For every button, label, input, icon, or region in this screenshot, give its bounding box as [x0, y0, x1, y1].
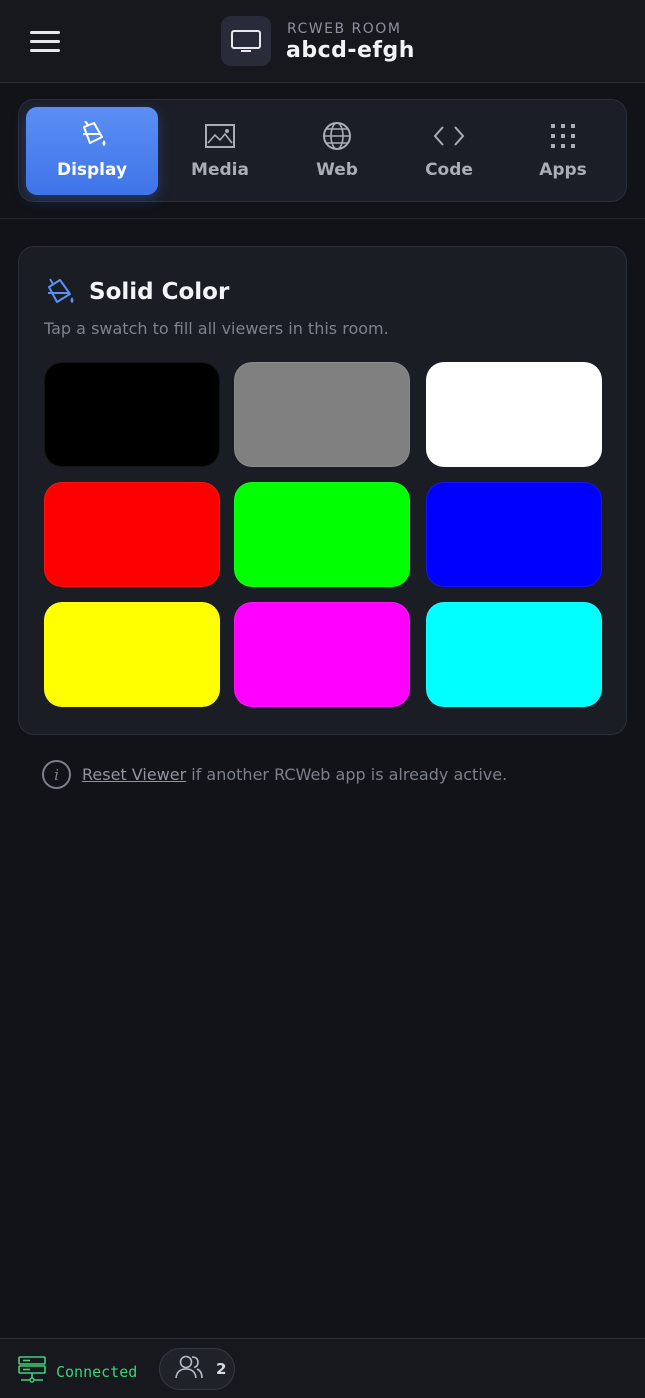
swatch-yellow[interactable] — [44, 602, 220, 707]
tab-media[interactable]: Media — [154, 107, 286, 195]
server-icon — [18, 1356, 46, 1388]
info-icon: i — [42, 760, 71, 789]
swatch-cyan[interactable] — [426, 602, 602, 707]
app-header: RCWEB ROOM abcd-efgh — [0, 0, 645, 83]
room-label: RCWEB ROOM — [287, 21, 402, 37]
tab-label: Web — [316, 160, 358, 180]
monitor-icon — [221, 16, 271, 66]
swatch-gray[interactable] — [234, 362, 410, 467]
tab-label: Code — [425, 160, 473, 180]
hamburger-menu-icon[interactable] — [26, 28, 64, 56]
status-text: Connected — [56, 1363, 138, 1381]
image-icon — [204, 121, 236, 151]
swatch-white[interactable] — [426, 362, 602, 467]
solid-color-card: Solid Color Tap a swatch to fill all vie… — [18, 246, 627, 735]
grid-dots-icon — [550, 121, 576, 151]
swatch-red[interactable] — [44, 482, 220, 587]
swatch-blue[interactable] — [426, 482, 602, 587]
divider — [0, 218, 645, 219]
paint-bucket-icon — [75, 121, 109, 151]
tab-label: Apps — [539, 160, 587, 180]
users-count: 2 — [216, 1360, 227, 1378]
reset-hint-text: Reset Viewer if another RCWeb app is alr… — [82, 765, 507, 784]
reset-viewer-link[interactable]: Reset Viewer — [82, 765, 186, 784]
users-button[interactable]: 2 — [159, 1348, 235, 1390]
code-brackets-icon — [433, 121, 465, 151]
swatch-magenta[interactable] — [234, 602, 410, 707]
tab-code[interactable]: Code — [383, 107, 515, 195]
reset-hint-suffix: if another RCWeb app is already active. — [186, 765, 508, 784]
globe-icon — [321, 121, 353, 151]
swatch-black[interactable] — [44, 362, 220, 467]
tab-label: Media — [191, 160, 249, 180]
tab-display[interactable]: Display — [26, 107, 158, 195]
mode-tabs: Display Media Web Code Apps — [18, 99, 627, 202]
tab-apps[interactable]: Apps — [497, 107, 629, 195]
card-subtitle: Tap a swatch to fill all viewers in this… — [44, 319, 389, 338]
swatch-green[interactable] — [234, 482, 410, 587]
tab-label: Display — [56, 160, 128, 180]
users-icon — [174, 1354, 204, 1384]
status-bar: Connected 2 — [0, 1338, 645, 1398]
paint-bucket-icon — [43, 277, 77, 311]
connection-status: Connected — [18, 1356, 137, 1388]
room-code: abcd-efgh — [286, 38, 415, 63]
card-title: Solid Color — [89, 279, 230, 305]
reset-hint: i Reset Viewer if another RCWeb app is a… — [42, 760, 507, 789]
